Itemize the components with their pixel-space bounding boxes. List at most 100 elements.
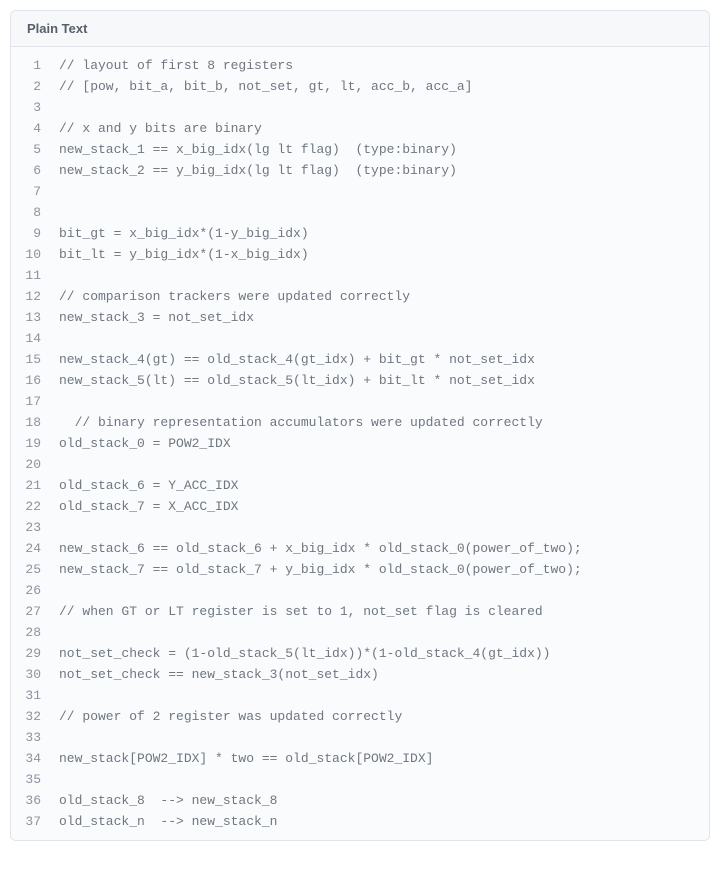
line-content <box>55 391 59 412</box>
code-language-label: Plain Text <box>27 21 87 36</box>
line-number: 19 <box>11 433 55 454</box>
line-content: old_stack_8 --> new_stack_8 <box>55 790 277 811</box>
line-content <box>55 202 59 223</box>
line-content: old_stack_6 = Y_ACC_IDX <box>55 475 238 496</box>
line-content <box>55 769 59 790</box>
line-content: // [pow, bit_a, bit_b, not_set, gt, lt, … <box>55 76 472 97</box>
line-number: 17 <box>11 391 55 412</box>
line-number: 33 <box>11 727 55 748</box>
code-line: 24new_stack_6 == old_stack_6 + x_big_idx… <box>11 538 709 559</box>
line-number: 25 <box>11 559 55 580</box>
code-line: 10bit_lt = y_big_idx*(1-x_big_idx) <box>11 244 709 265</box>
line-content: new_stack[POW2_IDX] * two == old_stack[P… <box>55 748 433 769</box>
code-line: 25new_stack_7 == old_stack_7 + y_big_idx… <box>11 559 709 580</box>
line-content <box>55 580 59 601</box>
line-content: bit_lt = y_big_idx*(1-x_big_idx) <box>55 244 309 265</box>
code-line: 18 // binary representation accumulators… <box>11 412 709 433</box>
line-number: 5 <box>11 139 55 160</box>
line-number: 10 <box>11 244 55 265</box>
code-line: 14 <box>11 328 709 349</box>
line-content <box>55 727 59 748</box>
code-line: 13new_stack_3 = not_set_idx <box>11 307 709 328</box>
line-content <box>55 622 59 643</box>
line-content <box>55 97 59 118</box>
code-line: 34new_stack[POW2_IDX] * two == old_stack… <box>11 748 709 769</box>
line-content: new_stack_3 = not_set_idx <box>55 307 254 328</box>
line-number: 2 <box>11 76 55 97</box>
line-content <box>55 265 59 286</box>
line-content: old_stack_7 = X_ACC_IDX <box>55 496 238 517</box>
line-number: 36 <box>11 790 55 811</box>
line-content: bit_gt = x_big_idx*(1-y_big_idx) <box>55 223 309 244</box>
code-line: 11 <box>11 265 709 286</box>
line-number: 23 <box>11 517 55 538</box>
code-line: 36old_stack_8 --> new_stack_8 <box>11 790 709 811</box>
line-content: new_stack_1 == x_big_idx(lg lt flag) (ty… <box>55 139 457 160</box>
line-number: 9 <box>11 223 55 244</box>
code-line: 3 <box>11 97 709 118</box>
line-number: 12 <box>11 286 55 307</box>
line-number: 29 <box>11 643 55 664</box>
line-content: // binary representation accumulators we… <box>55 412 543 433</box>
line-content: old_stack_n --> new_stack_n <box>55 811 277 832</box>
code-block-body: 1// layout of first 8 registers2// [pow,… <box>11 47 709 840</box>
code-line: 27// when GT or LT register is set to 1,… <box>11 601 709 622</box>
line-content: new_stack_2 == y_big_idx(lg lt flag) (ty… <box>55 160 457 181</box>
line-content: // layout of first 8 registers <box>55 55 293 76</box>
code-line: 20 <box>11 454 709 475</box>
line-number: 34 <box>11 748 55 769</box>
line-number: 30 <box>11 664 55 685</box>
line-number: 31 <box>11 685 55 706</box>
line-content <box>55 328 59 349</box>
code-line: 12// comparison trackers were updated co… <box>11 286 709 307</box>
code-block-container: Plain Text 1// layout of first 8 registe… <box>10 10 710 841</box>
line-number: 13 <box>11 307 55 328</box>
line-number: 18 <box>11 412 55 433</box>
code-line: 19old_stack_0 = POW2_IDX <box>11 433 709 454</box>
line-number: 6 <box>11 160 55 181</box>
line-number: 1 <box>11 55 55 76</box>
line-content <box>55 454 59 475</box>
code-line: 17 <box>11 391 709 412</box>
line-content <box>55 685 59 706</box>
code-line: 9bit_gt = x_big_idx*(1-y_big_idx) <box>11 223 709 244</box>
line-number: 15 <box>11 349 55 370</box>
line-content <box>55 181 59 202</box>
code-line: 23 <box>11 517 709 538</box>
line-number: 21 <box>11 475 55 496</box>
code-line: 16new_stack_5(lt) == old_stack_5(lt_idx)… <box>11 370 709 391</box>
code-line: 15new_stack_4(gt) == old_stack_4(gt_idx)… <box>11 349 709 370</box>
code-line: 31 <box>11 685 709 706</box>
code-line: 22old_stack_7 = X_ACC_IDX <box>11 496 709 517</box>
line-number: 28 <box>11 622 55 643</box>
code-line: 7 <box>11 181 709 202</box>
line-number: 32 <box>11 706 55 727</box>
code-line: 21old_stack_6 = Y_ACC_IDX <box>11 475 709 496</box>
code-line: 5new_stack_1 == x_big_idx(lg lt flag) (t… <box>11 139 709 160</box>
line-content: // comparison trackers were updated corr… <box>55 286 410 307</box>
line-number: 3 <box>11 97 55 118</box>
code-line: 35 <box>11 769 709 790</box>
line-number: 11 <box>11 265 55 286</box>
line-number: 35 <box>11 769 55 790</box>
line-content: new_stack_4(gt) == old_stack_4(gt_idx) +… <box>55 349 535 370</box>
line-number: 22 <box>11 496 55 517</box>
code-line: 37old_stack_n --> new_stack_n <box>11 811 709 832</box>
line-content: not_set_check = (1-old_stack_5(lt_idx))*… <box>55 643 550 664</box>
line-number: 37 <box>11 811 55 832</box>
line-number: 7 <box>11 181 55 202</box>
line-content: // x and y bits are binary <box>55 118 262 139</box>
code-line: 29not_set_check = (1-old_stack_5(lt_idx)… <box>11 643 709 664</box>
code-line: 6new_stack_2 == y_big_idx(lg lt flag) (t… <box>11 160 709 181</box>
line-number: 20 <box>11 454 55 475</box>
code-block-header: Plain Text <box>11 11 709 47</box>
line-content: // power of 2 register was updated corre… <box>55 706 402 727</box>
line-content: not_set_check == new_stack_3(not_set_idx… <box>55 664 379 685</box>
line-number: 27 <box>11 601 55 622</box>
line-number: 26 <box>11 580 55 601</box>
line-content: old_stack_0 = POW2_IDX <box>55 433 231 454</box>
line-number: 4 <box>11 118 55 139</box>
code-line: 1// layout of first 8 registers <box>11 55 709 76</box>
line-content: new_stack_6 == old_stack_6 + x_big_idx *… <box>55 538 582 559</box>
code-line: 2// [pow, bit_a, bit_b, not_set, gt, lt,… <box>11 76 709 97</box>
